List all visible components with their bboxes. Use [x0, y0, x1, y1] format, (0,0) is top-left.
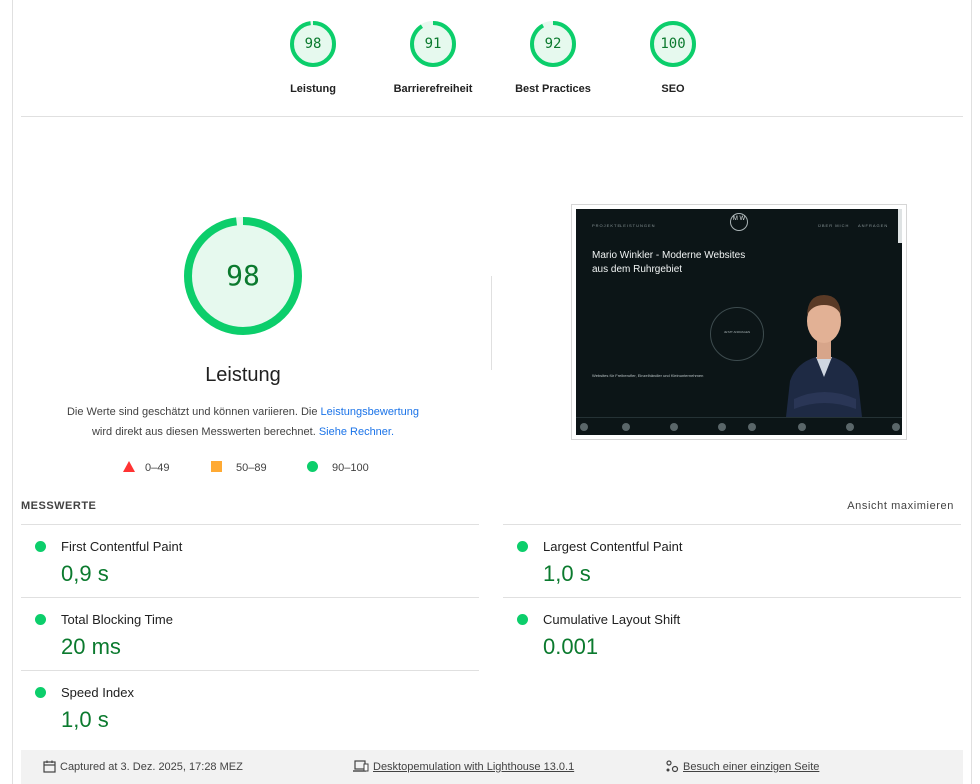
gauge-label: Barrierefreiheit: [393, 83, 473, 95]
metrics-header: MESSWERTE: [21, 500, 97, 512]
gauge-score: 98: [304, 36, 322, 52]
legend-fail-label: 0–49: [145, 462, 170, 474]
scoring-link[interactable]: Leistungsbewertung: [321, 406, 419, 418]
metric-value: 1,0 s: [61, 707, 109, 732]
metric-value: 0.001: [543, 634, 599, 659]
shot-scrollbar: [898, 209, 902, 243]
metric-value: 20 ms: [61, 634, 121, 659]
header-divider: [21, 116, 963, 117]
gauge-circle: 98: [289, 20, 337, 68]
footer-emulation[interactable]: Desktopemulation with Lighthouse 13.0.1: [353, 760, 574, 773]
runtime-footer: Captured at 3. Dez. 2025, 17:28 MEZ Desk…: [21, 750, 963, 784]
session-text: Besuch einer einzigen Seite: [683, 761, 820, 773]
footer-captured: Captured at 3. Dez. 2025, 17:28 MEZ: [43, 760, 243, 773]
category-gauges: 98 Leistung 91 Barrierefreiheit 92 Best …: [13, 20, 973, 100]
metric-fcp: First Contentful Paint 0,9 s: [21, 524, 479, 597]
pass-dot-icon: [517, 541, 528, 552]
metric-value: 0,9 s: [61, 561, 109, 586]
desc-text-2: wird direkt aus diesen Messwerten berech…: [91, 426, 316, 438]
gauge-label: Leistung: [290, 83, 336, 95]
shot-headline: Mario Winkler - Moderne Websites aus dem…: [592, 250, 746, 275]
performance-title: Leistung: [205, 364, 281, 386]
gauge-score: 91: [424, 36, 442, 52]
gauge-accessibility[interactable]: 91 Barrierefreiheit: [373, 20, 493, 95]
square-icon: [211, 461, 222, 472]
metric-cls: Cumulative Layout Shift 0.001: [503, 597, 961, 670]
gauge-label: SEO: [661, 83, 685, 95]
gauge-circle: 100: [649, 20, 697, 68]
metric-value: 1,0 s: [543, 561, 591, 586]
gauge-seo[interactable]: 100 SEO: [613, 20, 733, 95]
pass-dot-icon: [35, 687, 46, 698]
performance-score: 98: [226, 259, 260, 292]
legend-average: 50–89: [211, 460, 267, 476]
metric-name: Total Blocking Time: [61, 612, 173, 627]
legend-pass-label: 90–100: [332, 462, 369, 474]
gauge-score: 92: [544, 36, 562, 52]
shot-nav-request: ANFRAGEN: [858, 223, 889, 228]
desc-text-1: Die Werte sind geschätzt und können vari…: [66, 406, 318, 418]
gauge-circle: 91: [409, 20, 457, 68]
captured-text: Captured at 3. Dez. 2025, 17:28 MEZ: [60, 761, 243, 773]
screenshot-canvas: PROJEKTE LEISTUNGEN M W ÜBER MICH ANFRAG…: [576, 209, 902, 435]
legend-pass: 90–100: [307, 460, 369, 476]
pass-dot-icon: [517, 614, 528, 625]
performance-gauge: 98: [183, 216, 303, 336]
legend-average-label: 50–89: [236, 462, 267, 474]
person-photo: [786, 295, 862, 417]
metric-lcp: Largest Contentful Paint 1,0 s: [503, 524, 961, 597]
metric-name: Cumulative Layout Shift: [543, 612, 681, 627]
maximize-view-toggle[interactable]: Ansicht maximieren: [847, 500, 954, 512]
shot-cta-circle: JETZT ANFRAGEN: [710, 307, 764, 361]
shot-nav-about: ÜBER MICH: [818, 223, 850, 228]
metric-name: Largest Contentful Paint: [543, 539, 683, 554]
calculator-link[interactable]: Siehe Rechner.: [319, 426, 394, 438]
metric-name: First Contentful Paint: [61, 539, 183, 554]
single-page-icon: [666, 760, 679, 773]
shot-footer-strip: [576, 417, 902, 435]
metric-tbt: Total Blocking Time 20 ms: [21, 597, 479, 670]
performance-description: Die Werte sind geschätzt und können vari…: [43, 402, 443, 442]
shot-logo: M W: [730, 213, 748, 231]
gauge-performance[interactable]: 98 Leistung: [253, 20, 373, 95]
metric-name: Speed Index: [61, 685, 135, 700]
footer-session[interactable]: Besuch einer einzigen Seite: [665, 760, 819, 773]
emulation-text: Desktopemulation with Lighthouse 13.0.1: [373, 761, 575, 773]
pass-dot-icon: [35, 541, 46, 552]
vertical-divider: [491, 276, 492, 370]
shot-subtext: Websites für Freiberufler, Einzelhändler…: [592, 373, 704, 378]
shot-nav-services: LEISTUNGEN: [620, 223, 656, 228]
gauge-circle: 92: [529, 20, 577, 68]
report-frame: 98 Leistung 91 Barrierefreiheit 92 Best …: [12, 0, 972, 784]
final-screenshot[interactable]: PROJEKTE LEISTUNGEN M W ÜBER MICH ANFRAG…: [571, 204, 907, 440]
legend-fail: 0–49: [123, 460, 169, 476]
gauge-score: 100: [660, 36, 686, 52]
gauge-best-practices[interactable]: 92 Best Practices: [493, 20, 613, 95]
calendar-icon: [43, 760, 56, 773]
gauge-label: Best Practices: [515, 83, 591, 95]
devices-icon: [353, 760, 369, 772]
metric-speed-index: Speed Index 1,0 s: [21, 670, 479, 743]
pass-dot-icon: [35, 614, 46, 625]
triangle-icon: [123, 461, 135, 472]
circle-icon: [307, 461, 318, 472]
shot-nav-projects: PROJEKTE: [592, 223, 622, 228]
